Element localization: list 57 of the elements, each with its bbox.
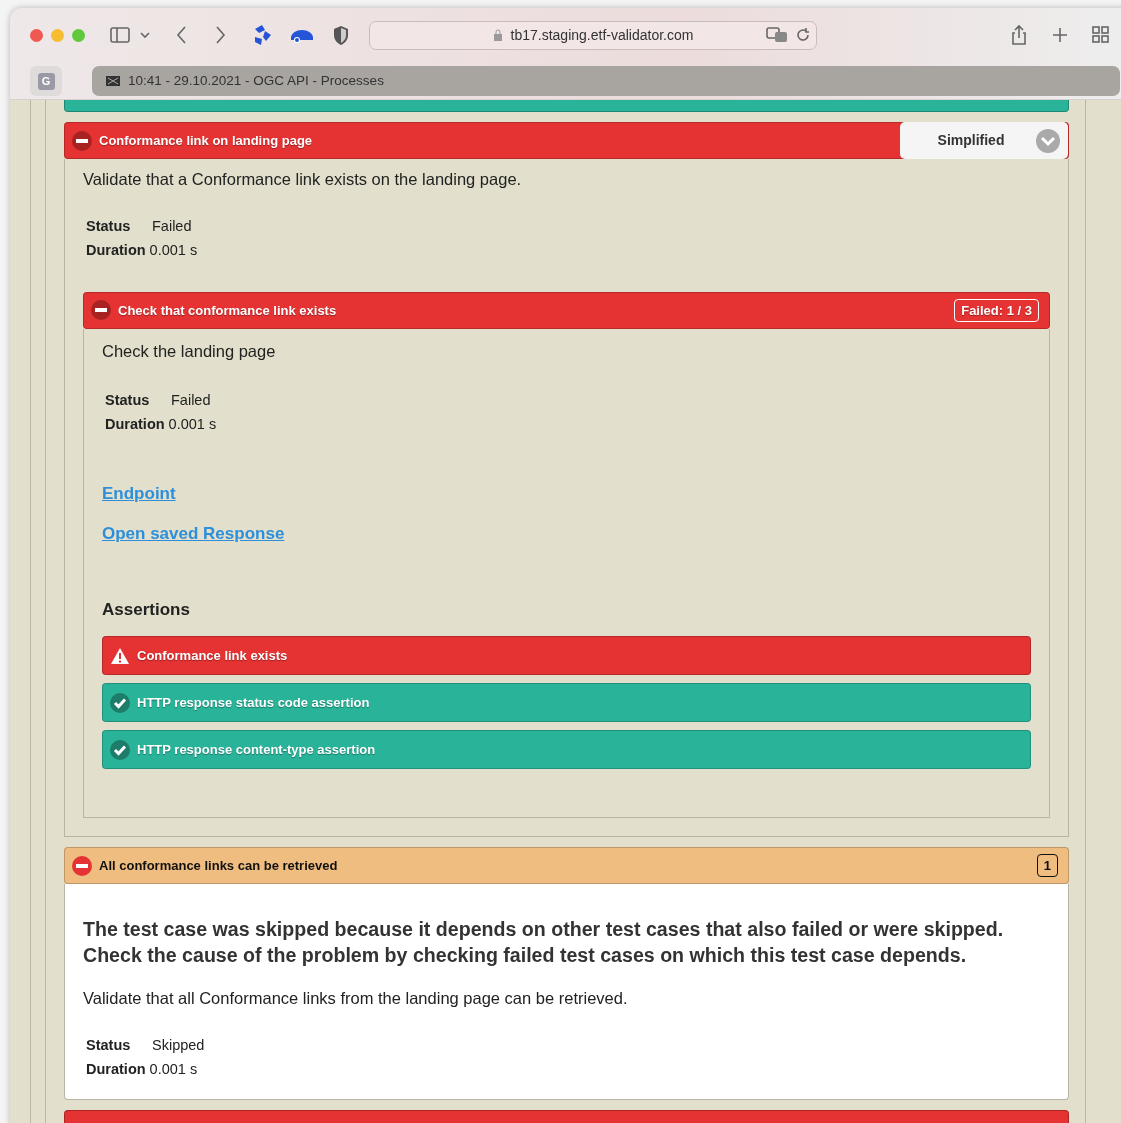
check-circle-icon [109, 738, 131, 761]
shield-icon[interactable] [331, 24, 351, 46]
link[interactable]: Open saved Response [102, 521, 285, 547]
reload-icon[interactable] [796, 28, 810, 42]
duration-value: 0.001 s [149, 241, 198, 258]
tab-title: 10:41 - 29.10.2021 - OGC API - Processes [128, 71, 384, 90]
status-label: Status [105, 390, 151, 410]
lock-icon [492, 29, 503, 41]
minus-circle-icon [71, 854, 93, 877]
test-case-title: All conformance links can be retrieved [99, 856, 338, 875]
assertion-title: Conformance link exists [137, 646, 288, 665]
plus-icon[interactable] [1052, 27, 1068, 43]
assertion-title: HTTP response status code assertion [137, 693, 370, 712]
url-text: tb17.staging.etf-validator.com [510, 25, 694, 45]
link[interactable]: Endpoint [102, 480, 176, 506]
minus-circle-icon [90, 299, 112, 322]
test-step-description: Check the landing page [102, 340, 277, 362]
duration-label: Duration [86, 1059, 146, 1079]
test-case-description: Validate that a Conformance link exists on the landing page. [83, 169, 523, 190]
assertion-bar[interactable]: HTTP response content-type assertion [102, 730, 1031, 769]
browser-tab[interactable]: 10:41 - 29.10.2021 - OGC API - Processes [92, 66, 1120, 96]
minus-circle-icon [71, 129, 93, 152]
check-circle-icon [109, 691, 131, 714]
chevron-down-icon [1036, 128, 1061, 153]
status-label: Status [86, 1035, 132, 1055]
assertion-bar[interactable]: Conformance link exists [102, 636, 1031, 675]
address-bar[interactable]: tb17.staging.etf-validator.com [369, 20, 817, 50]
test-step-header[interactable]: Check that conformance link exists Failed: 1 / 3 [83, 291, 1050, 329]
sidebar-icon[interactable] [109, 24, 131, 46]
profile-button[interactable]: G [37, 72, 55, 90]
assertions-heading: Assertions [102, 598, 191, 621]
assertion-bar[interactable]: HTTP response status code assertion [102, 683, 1031, 722]
test-case-header[interactable]: All conformance links can be retrieved 1 [64, 847, 1069, 884]
status-value: Failed [171, 391, 211, 408]
test-step-title: Check that conformance link exists [118, 301, 337, 320]
test-case-header[interactable]: Conformance link on landing page Simplified [64, 122, 1069, 159]
assertion-title: HTTP response content-type assertion [137, 740, 376, 759]
forward-icon[interactable] [213, 24, 227, 46]
view-select[interactable]: Simplified [900, 122, 1068, 159]
envelope-icon [106, 76, 120, 86]
translate-icon[interactable] [766, 27, 788, 43]
duration-label: Duration [105, 414, 165, 434]
status-value: Skipped [152, 1036, 205, 1053]
close-button[interactable] [30, 28, 43, 42]
status-value: Failed [152, 217, 192, 234]
duration-value: 0.001 s [149, 1060, 198, 1077]
test-case-title: Conformance link on landing page [99, 131, 313, 150]
duration-value: 0.001 s [168, 415, 217, 432]
back-icon[interactable] [175, 24, 189, 46]
tab-overview-icon[interactable] [1092, 26, 1110, 44]
test-case-description: Validate that all Conformance links from the landing page can be retrieved. [83, 988, 629, 1009]
share-icon[interactable] [1010, 24, 1028, 46]
result-badge: Failed: 1 / 3 [954, 298, 1039, 322]
duration-label: Duration [86, 240, 146, 260]
skip-notice: The test case was skipped because it depends on other test cases that also failed or were skipped. Check the cause of the problem by checking failed test cases on which this test case depends. [83, 917, 1005, 968]
status-label: Status [86, 216, 132, 236]
count-badge: 1 [1036, 853, 1058, 878]
